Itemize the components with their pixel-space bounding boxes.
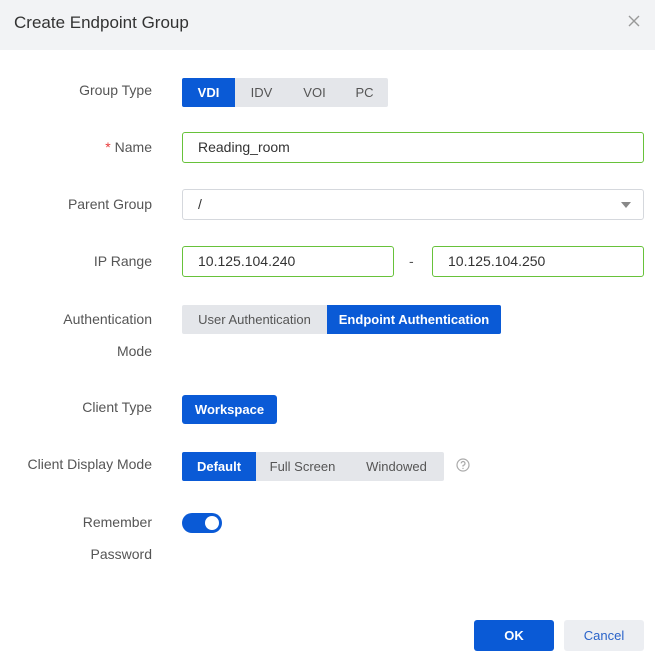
close-icon[interactable] — [626, 13, 642, 29]
group-type-option-voi[interactable]: VOI — [288, 78, 341, 107]
dialog-header: Create Endpoint Group — [0, 0, 655, 50]
ip-range-end-input[interactable]: 10.125.104.250 — [432, 246, 644, 277]
toggle-knob — [205, 516, 219, 530]
cancel-button[interactable]: Cancel — [564, 620, 644, 651]
name-input[interactable]: Reading_room — [182, 132, 644, 163]
client-type-label: Client Type — [82, 399, 152, 415]
auth-mode-label: Authentication Mode — [63, 303, 152, 367]
group-type-option-idv[interactable]: IDV — [235, 78, 288, 107]
ip-range-start-input[interactable]: 10.125.104.240 — [182, 246, 394, 277]
display-mode-label: Client Display Mode — [27, 456, 153, 472]
ip-range-label: IP Range — [93, 253, 152, 269]
name-label: * Name — [105, 139, 152, 155]
dialog-title: Create Endpoint Group — [14, 13, 189, 32]
auth-mode-segmented: User Authentication Endpoint Authenticat… — [182, 305, 501, 334]
auth-mode-label-line1: Authentication — [63, 311, 152, 327]
remember-password-label-line2: Password — [90, 546, 152, 562]
parent-group-value: / — [198, 196, 202, 212]
display-mode-option-default[interactable]: Default — [182, 452, 256, 481]
display-mode-option-full-screen[interactable]: Full Screen — [256, 452, 349, 481]
parent-group-label: Parent Group — [67, 196, 152, 212]
auth-mode-option-endpoint[interactable]: Endpoint Authentication — [327, 305, 501, 334]
display-mode-option-windowed[interactable]: Windowed — [349, 452, 444, 481]
ok-button[interactable]: OK — [474, 620, 554, 651]
group-type-label: Group Type — [79, 82, 152, 98]
parent-group-select[interactable]: / — [182, 189, 644, 220]
ip-range-separator: - — [409, 253, 414, 269]
auth-mode-option-user[interactable]: User Authentication — [182, 305, 327, 334]
client-type-workspace-button[interactable]: Workspace — [182, 395, 277, 424]
display-mode-segmented: Default Full Screen Windowed — [182, 452, 444, 481]
group-type-segmented: VDI IDV VOI PC — [182, 78, 388, 107]
chevron-down-icon — [621, 202, 631, 208]
remember-password-label: Remember Password — [83, 506, 152, 570]
required-mark: * — [105, 139, 111, 155]
group-type-option-vdi[interactable]: VDI — [182, 78, 235, 107]
remember-password-label-line1: Remember — [82, 514, 152, 530]
auth-mode-label-line2: Mode — [116, 343, 152, 359]
name-label-text: Name — [114, 139, 152, 155]
create-endpoint-group-dialog: Create Endpoint Group Group Type VDI IDV… — [0, 0, 655, 665]
remember-password-toggle[interactable] — [182, 513, 222, 533]
group-type-option-pc[interactable]: PC — [341, 78, 388, 107]
help-icon[interactable] — [456, 458, 470, 472]
